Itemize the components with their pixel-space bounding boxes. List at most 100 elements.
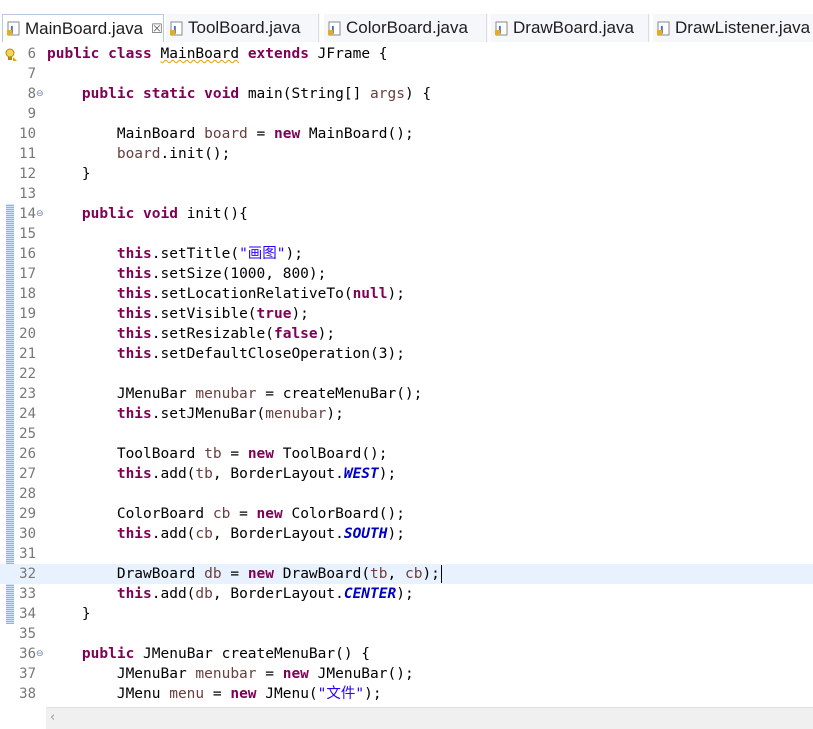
code-line[interactable]: 32 DrawBoard db = new DrawBoard(tb, cb); (0, 564, 813, 584)
code-line[interactable]: 27 this.add(tb, BorderLayout.WEST); (0, 464, 813, 484)
code-text: this.setResizable(false); (116, 326, 336, 342)
line-number: 20 (19, 326, 36, 342)
code-line[interactable]: 13 (0, 184, 813, 204)
line-number: 30 (19, 526, 36, 542)
code-text: JMenu menu = new JMenu("文件"); (47, 686, 382, 702)
code-text: this.add(db, BorderLayout.CENTER); (116, 586, 414, 602)
code-line[interactable]: 9 (0, 104, 813, 124)
code-line[interactable]: 28 (0, 484, 813, 504)
code-line[interactable]: 19 this.setVisible(true); (0, 304, 813, 324)
code-text: this.add(tb, BorderLayout.WEST); (116, 466, 397, 482)
code-line[interactable]: 33 this.add(db, BorderLayout.CENTER); (0, 584, 813, 604)
horizontal-scrollbar[interactable]: ‹ (46, 707, 813, 729)
line-number: 25 (19, 426, 36, 442)
code-text: DrawBoard db = new DrawBoard(tb, cb); (47, 565, 442, 583)
java-file-icon: J (7, 21, 21, 36)
line-number: 9 (27, 106, 36, 122)
tab-toolboard[interactable]: J ToolBoard.java (166, 14, 320, 42)
code-text: public void init(){ (81, 206, 248, 222)
line-number: 34 (19, 606, 36, 622)
java-file-icon: J (657, 21, 671, 36)
tab-drawlistener[interactable]: J DrawListener.java (653, 14, 813, 42)
code-line[interactable]: 36 ⊖ public JMenuBar createMenuBar() { (0, 644, 813, 664)
tab-mainboard[interactable]: J MainBoard.java ☒ (2, 14, 164, 42)
line-number: 11 (19, 146, 36, 162)
code-editor[interactable]: 6 public class MainBoard extends JFrame {… (0, 42, 813, 707)
code-text: } (47, 166, 91, 182)
fold-toggle-icon[interactable]: ⊖ (36, 204, 44, 224)
code-line[interactable]: 38 JMenu menu = new JMenu("文件"); (0, 684, 813, 704)
code-text: public static void main(String[] args) { (81, 86, 432, 102)
line-number: 19 (19, 306, 36, 322)
code-text: public class MainBoard extends JFrame { (47, 46, 388, 62)
code-line[interactable]: 34 } (0, 604, 813, 624)
code-text: this.setTitle("画图"); (116, 246, 304, 262)
tab-separator (648, 14, 649, 42)
line-number: 36 (19, 646, 36, 662)
line-number: 37 (19, 666, 36, 682)
code-line[interactable]: 11 board.init(); (0, 144, 813, 164)
line-number: 17 (19, 266, 36, 282)
close-tab-icon[interactable]: ☒ (151, 21, 163, 37)
code-text: public JMenuBar createMenuBar() { (81, 646, 371, 662)
code-text: ToolBoard tb = new ToolBoard(); (47, 446, 388, 462)
code-line[interactable]: 23 JMenuBar menubar = createMenuBar(); (0, 384, 813, 404)
code-text: this.setSize(1000, 800); (116, 266, 327, 282)
fold-toggle-icon[interactable]: ⊖ (36, 84, 44, 104)
code-text: this.setVisible(true); (116, 306, 309, 322)
code-line[interactable]: 35 (0, 624, 813, 644)
scroll-left-arrow-icon[interactable]: ‹ (50, 710, 55, 725)
code-text: this.setJMenuBar(menubar); (116, 406, 344, 422)
warning-lightbulb-icon[interactable] (4, 47, 18, 61)
code-line[interactable]: 26 ToolBoard tb = new ToolBoard(); (0, 444, 813, 464)
line-number: 38 (19, 686, 36, 702)
line-number: 10 (19, 126, 36, 142)
code-line[interactable]: 30 this.add(cb, BorderLayout.SOUTH); (0, 524, 813, 544)
code-line[interactable]: 14 ⊖ public void init(){ (0, 204, 813, 224)
tab-label: ColorBoard.java (346, 18, 468, 37)
code-line[interactable]: 22 (0, 364, 813, 384)
line-number: 32 (19, 566, 36, 582)
tab-label: DrawBoard.java (513, 18, 634, 37)
code-line[interactable]: 18 this.setLocationRelativeTo(null); (0, 284, 813, 304)
tab-colorboard[interactable]: J ColorBoard.java (324, 14, 488, 42)
line-number: 18 (19, 286, 36, 302)
line-number: 12 (19, 166, 36, 182)
line-number: 23 (19, 386, 36, 402)
code-line[interactable]: 6 public class MainBoard extends JFrame { (0, 44, 813, 64)
code-line[interactable]: 10 MainBoard board = new MainBoard(); (0, 124, 813, 144)
fold-toggle-icon[interactable]: ⊖ (36, 644, 44, 664)
code-line[interactable]: 7 (0, 64, 813, 84)
code-line[interactable]: 20 this.setResizable(false); (0, 324, 813, 344)
code-line[interactable]: 8 ⊖ public static void main(String[] args… (0, 84, 813, 104)
code-text: this.add(cb, BorderLayout.SOUTH); (116, 526, 405, 542)
line-number: 14 (19, 206, 36, 222)
code-line[interactable]: 12 } (0, 164, 813, 184)
java-file-icon: J (328, 21, 342, 36)
code-line[interactable]: 37 JMenuBar menubar = new JMenuBar(); (0, 664, 813, 684)
line-number: 15 (19, 226, 36, 242)
line-number: 24 (19, 406, 36, 422)
code-line[interactable]: 29 ColorBoard cb = new ColorBoard(); (0, 504, 813, 524)
code-line[interactable]: 21 this.setDefaultCloseOperation(3); (0, 344, 813, 364)
gutter-bottom (0, 707, 46, 729)
code-line[interactable]: 17 this.setSize(1000, 800); (0, 264, 813, 284)
line-number: 16 (19, 246, 36, 262)
code-text: MainBoard board = new MainBoard(); (47, 126, 414, 142)
code-line[interactable]: 16 this.setTitle("画图"); (0, 244, 813, 264)
tab-label: MainBoard.java (25, 18, 144, 38)
code-text: JMenuBar menubar = createMenuBar(); (47, 386, 423, 402)
code-text: } (47, 606, 91, 622)
tab-label: DrawListener.java (675, 18, 811, 37)
line-number: 29 (19, 506, 36, 522)
code-line[interactable]: 24 this.setJMenuBar(menubar); (0, 404, 813, 424)
code-line[interactable]: 15 (0, 224, 813, 244)
code-text: JMenuBar menubar = new JMenuBar(); (47, 666, 414, 682)
code-line[interactable]: 31 (0, 544, 813, 564)
tab-drawboard[interactable]: J DrawBoard.java (491, 14, 650, 42)
line-number: 8 (27, 86, 36, 102)
line-number: 35 (19, 626, 36, 642)
code-line[interactable]: 25 (0, 424, 813, 444)
line-number: 33 (19, 586, 36, 602)
line-number: 13 (19, 186, 36, 202)
